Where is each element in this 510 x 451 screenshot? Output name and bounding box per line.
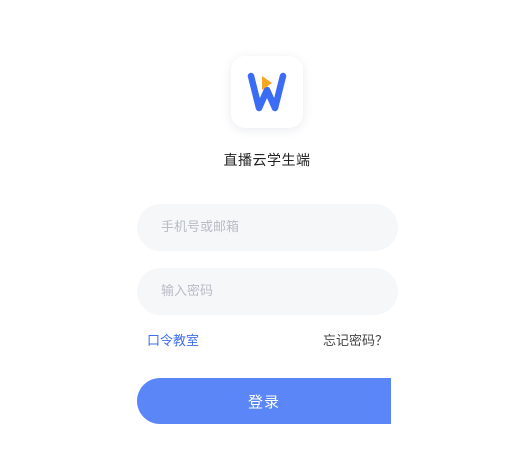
phone-email-field[interactable] <box>137 204 398 251</box>
phone-email-input[interactable] <box>161 220 398 235</box>
auth-links-row: 口令教室 忘记密码？ <box>147 329 388 349</box>
password-field[interactable] <box>137 268 398 315</box>
w-logo-icon <box>247 72 287 112</box>
forgot-password-link[interactable]: 忘记密码？ <box>323 330 388 349</box>
password-input[interactable] <box>161 284 398 299</box>
passcode-classroom-link[interactable]: 口令教室 <box>147 330 199 349</box>
login-button[interactable]: 登录 <box>137 378 391 424</box>
app-title: 直播云学生端 <box>223 153 311 169</box>
app-logo <box>231 56 303 128</box>
